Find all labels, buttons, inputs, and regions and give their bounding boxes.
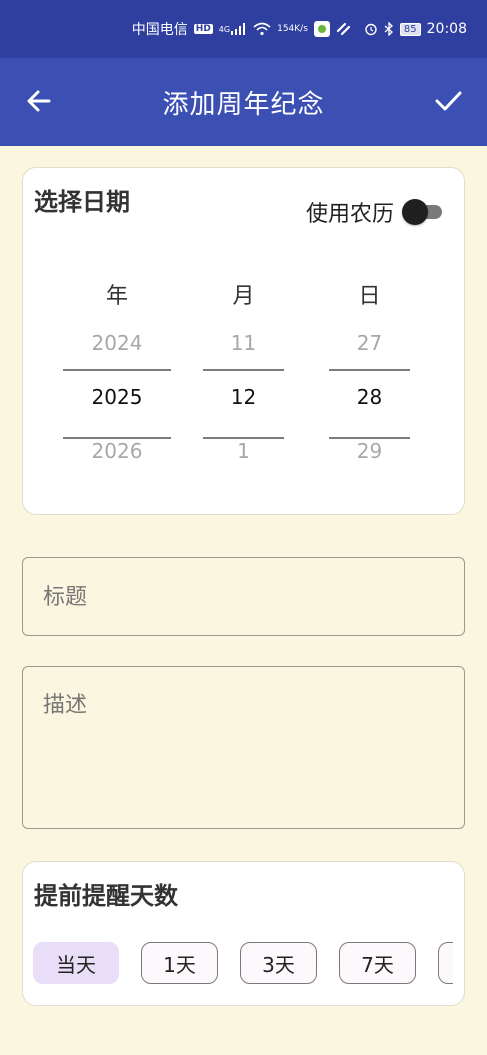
year-header: 年 — [105, 284, 128, 309]
chip-same-day[interactable]: 当天 — [33, 942, 119, 984]
year-prev[interactable]: 2024 — [63, 316, 171, 370]
month-selected[interactable]: 12 — [203, 370, 284, 424]
day-divider-top — [329, 369, 410, 371]
lunar-switch[interactable] — [402, 199, 442, 225]
carrier-label: 中国电信 — [131, 22, 188, 38]
day-divider-bottom — [329, 437, 410, 439]
network-speed: 154 K/s — [277, 24, 308, 34]
month-prev[interactable]: 11 — [203, 316, 284, 370]
year-divider-bottom — [63, 437, 171, 439]
date-picker-card: 选择日期 使用农历 年 2024 2025 2026 月 11 12 1 日 2… — [22, 167, 465, 515]
title-placeholder: 标题 — [43, 585, 88, 610]
arrow-left-icon[interactable] — [24, 86, 54, 116]
reminder-chip-group: 当天 1天 3天 7天 — [33, 942, 453, 986]
status-bar: 中国电信 HD 4G 154 K/s 85 20:08 — [0, 0, 487, 58]
month-divider-top — [203, 369, 284, 371]
signal-icon: 4G — [219, 23, 247, 35]
page-title: 添加周年纪念 — [162, 89, 325, 120]
check-icon[interactable] — [433, 86, 463, 116]
day-picker[interactable]: 日 27 28 29 — [329, 278, 410, 478]
title-input[interactable]: 标题 — [22, 557, 465, 636]
year-divider-top — [63, 369, 171, 371]
lunar-label: 使用农历 — [305, 202, 394, 227]
year-next[interactable]: 2026 — [63, 424, 171, 478]
reminder-days-card: 提前提醒天数 当天 1天 3天 7天 — [22, 861, 465, 1006]
year-picker[interactable]: 年 2024 2025 2026 — [63, 278, 171, 478]
date-card-title: 选择日期 — [34, 188, 130, 216]
chip-7-days[interactable]: 7天 — [339, 942, 416, 984]
alarm-icon — [364, 22, 378, 36]
day-selected[interactable]: 28 — [329, 370, 410, 424]
description-placeholder: 描述 — [43, 693, 88, 718]
lunar-toggle-row: 使用农历 — [306, 196, 442, 228]
bluetooth-icon — [384, 22, 394, 36]
wifi-icon — [253, 22, 271, 36]
reminder-card-title: 提前提醒天数 — [34, 882, 178, 910]
chip-1-day[interactable]: 1天 — [141, 942, 218, 984]
clock: 20:08 — [426, 21, 467, 37]
month-next[interactable]: 1 — [203, 424, 284, 478]
day-prev[interactable]: 27 — [329, 316, 410, 370]
speed-value: 154 — [277, 24, 295, 34]
speed-unit: K/s — [294, 24, 308, 34]
month-picker[interactable]: 月 11 12 1 — [203, 278, 284, 478]
hd-badge: HD — [193, 24, 213, 34]
link-icon — [336, 22, 352, 36]
app-bar: 添加周年纪念 — [0, 58, 487, 146]
year-selected[interactable]: 2025 — [63, 370, 171, 424]
app-notification-icon — [313, 21, 330, 37]
battery-indicator: 85 — [399, 22, 421, 36]
chip-3-days[interactable]: 3天 — [240, 942, 317, 984]
network-type: 4G — [218, 24, 231, 34]
description-input[interactable]: 描述 — [22, 666, 465, 829]
chip-more[interactable] — [438, 942, 453, 984]
switch-thumb — [402, 199, 428, 225]
month-header: 月 — [232, 284, 255, 309]
day-next[interactable]: 29 — [329, 424, 410, 478]
month-divider-bottom — [203, 437, 284, 439]
day-header: 日 — [358, 284, 381, 309]
